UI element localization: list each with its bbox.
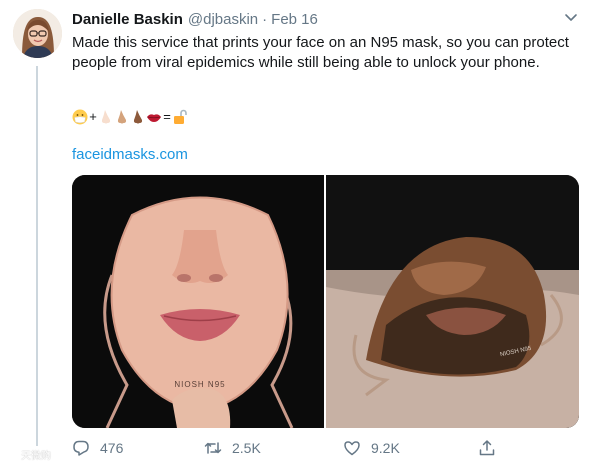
share-icon <box>479 440 495 456</box>
retweet-button[interactable]: 2.5K <box>204 437 261 459</box>
retweet-icon <box>204 442 222 454</box>
profile-photo-icon <box>13 9 62 58</box>
retweet-count: 2.5K <box>232 440 261 456</box>
like-count: 9.2K <box>371 440 400 456</box>
media-photo-right[interactable]: NIOSH N95 <box>326 175 579 428</box>
avatar[interactable] <box>13 9 62 58</box>
media-photo-left[interactable]: NIOSH N95 <box>72 175 324 428</box>
share-button[interactable] <box>478 437 506 459</box>
n95-mask-smiling-face-photo-icon: NIOSH N95 <box>72 175 324 428</box>
emoji-equation: + = <box>72 107 188 127</box>
nose-medium-emoji-icon <box>117 110 127 124</box>
watermark-text: 天微购 <box>21 450 51 462</box>
lips-emoji-icon <box>147 114 161 122</box>
chevron-down-icon[interactable] <box>563 12 579 24</box>
tweet-actions: 476 2.5K 9.2K <box>72 437 512 459</box>
header-separator: · <box>262 11 268 28</box>
tweet-media[interactable]: NIOSH N95 NIOSH N95 <box>72 175 579 428</box>
svg-text:NIOSH N95: NIOSH N95 <box>174 380 225 389</box>
tweet-date[interactable]: Feb 16 <box>271 11 318 28</box>
like-button[interactable]: 9.2K <box>343 437 400 459</box>
display-name[interactable]: Danielle Baskin <box>72 11 183 28</box>
emoji-equals: = <box>163 109 171 124</box>
watermark: 天微购 <box>3 446 81 462</box>
heart-icon <box>344 441 360 456</box>
tweet-text: Made this service that prints your face … <box>72 34 569 71</box>
nose-light-emoji-icon <box>101 110 111 124</box>
n95-mask-bearded-face-photo-icon: NIOSH N95 <box>326 175 579 428</box>
emoji-plus: + <box>89 109 97 124</box>
tweet-link[interactable]: faceidmasks.com <box>72 146 188 163</box>
user-handle[interactable]: @djbaskin <box>188 11 258 28</box>
reply-count: 476 <box>100 440 124 456</box>
unlocked-padlock-emoji-icon <box>174 109 187 124</box>
mask-face-emoji-icon <box>72 109 88 125</box>
tweet-header: Danielle Baskin @djbaskin · Feb 16 <box>72 11 318 31</box>
nose-dark-emoji-icon <box>133 110 143 124</box>
thread-line <box>36 66 38 446</box>
watermark-logo-icon <box>3 448 19 460</box>
